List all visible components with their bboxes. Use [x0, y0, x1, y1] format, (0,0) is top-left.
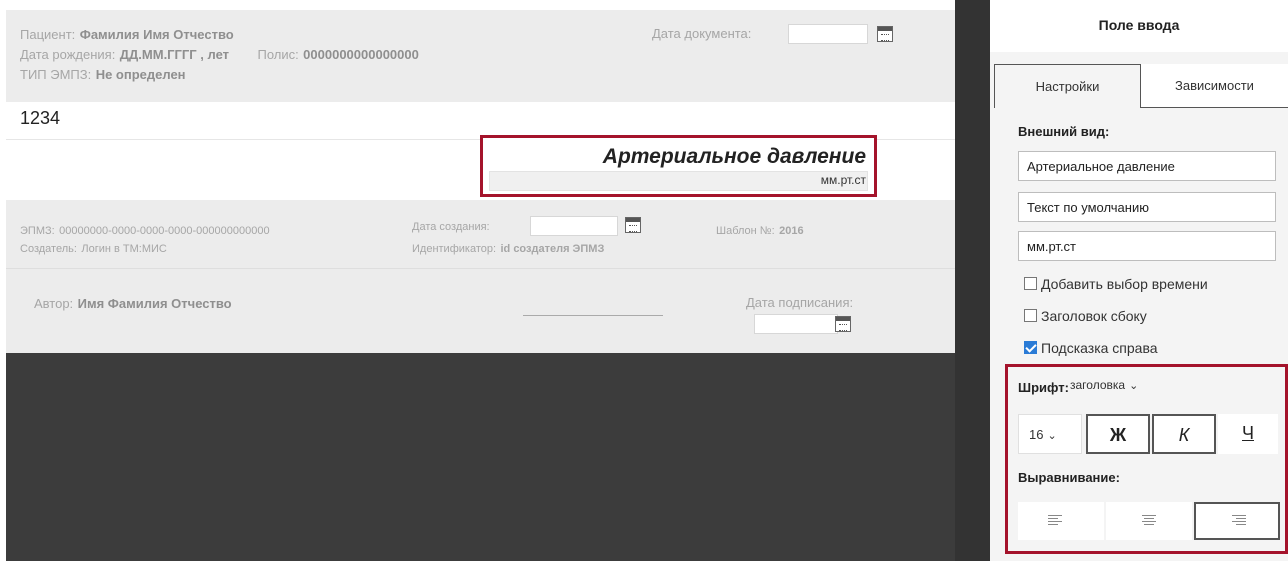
tab-settings[interactable]: Настройки [994, 64, 1141, 108]
font-label: Шрифт: [1018, 380, 1069, 395]
author-label: Автор: [34, 296, 74, 311]
alignment-label: Выравнивание: [1018, 470, 1120, 485]
birth-row: Дата рождения: ДД.ММ.ГГГГ , лет Полис: 0… [20, 46, 419, 64]
creator-label: Создатель: [20, 243, 77, 255]
author-value: Имя Фамилия Отчество [77, 296, 232, 311]
policy-label: Полис: [257, 47, 299, 62]
checkbox[interactable] [1024, 309, 1037, 322]
divider [6, 268, 955, 269]
template-label: Шаблон №: [716, 225, 775, 237]
identifier-label: Идентификатор: [412, 243, 497, 255]
created-date-input[interactable] [530, 216, 618, 236]
birth-label: Дата рождения: [20, 47, 116, 62]
template-value: 2016 [779, 225, 804, 237]
identifier-value: id создателя ЭПМЗ [500, 243, 605, 255]
field-unit: мм.рт.ст [820, 173, 866, 187]
identifier-row: Идентификатор: id создателя ЭПМЗ [412, 239, 604, 257]
patient-value: Фамилия Имя Отчество [79, 27, 234, 42]
emz-value: 00000000-0000-0000-0000-000000000000 [59, 225, 270, 237]
signature-line [523, 315, 663, 316]
patient-row: Пациент: Фамилия Имя Отчество [20, 26, 234, 44]
checkbox[interactable] [1024, 277, 1037, 290]
bold-button[interactable]: Ж [1086, 414, 1150, 454]
creator-value: Логин в ТМ:МИС [81, 243, 167, 255]
italic-button[interactable]: К [1152, 414, 1216, 454]
calendar-icon[interactable] [877, 26, 893, 42]
font-size-select[interactable]: 16 ⌄ [1018, 414, 1082, 454]
author-row: Автор: Имя Фамилия Отчество [34, 295, 232, 313]
template-row: Шаблон №: 2016 [716, 221, 804, 239]
emz-type-label: ТИП ЭМПЗ: [20, 67, 92, 82]
calendar-icon[interactable] [835, 316, 851, 332]
chevron-down-icon: ⌄ [1047, 430, 1057, 442]
appearance-label: Внешний вид: [1018, 124, 1110, 139]
calendar-icon[interactable] [625, 217, 641, 233]
tab-dependencies[interactable]: Зависимости [1141, 64, 1288, 108]
panel-header: Поле ввода [990, 0, 1288, 52]
birth-value: ДД.ММ.ГГГГ , лет [119, 47, 230, 62]
unit-input[interactable]: мм.рт.ст [1018, 231, 1276, 261]
doc-date-label: Дата документа: [652, 26, 752, 41]
panel-divider [955, 0, 990, 561]
underline-button[interactable]: Ч [1218, 414, 1278, 454]
chevron-down-icon: ⌄ [1129, 380, 1139, 392]
policy-value: 0000000000000000 [303, 47, 419, 62]
font-select[interactable]: заголовка ⌄ [1068, 375, 1140, 397]
checkbox-label: Подсказка справа [1041, 340, 1158, 356]
empty-canvas [6, 353, 960, 561]
field-value[interactable]: 1234 [20, 108, 60, 129]
emz-type-row: ТИП ЭМПЗ: Не определен [20, 66, 186, 84]
doc-date-input[interactable] [788, 24, 868, 44]
align-center-button[interactable] [1106, 502, 1192, 540]
patient-label: Пациент: [20, 27, 76, 42]
align-left-button[interactable] [1018, 502, 1104, 540]
sign-date-label: Дата подписания: [746, 295, 854, 310]
checkbox-label: Заголовок сбоку [1041, 308, 1147, 324]
emz-type-value: Не определен [95, 67, 186, 82]
emz-row: ЭПМЗ: 00000000-0000-0000-0000-0000000000… [20, 221, 270, 239]
font-size-value: 16 [1029, 427, 1044, 442]
checkbox-label: Добавить выбор времени [1041, 276, 1208, 292]
field-title: Артериальное давление [602, 145, 866, 168]
created-date-label: Дата создания: [412, 221, 490, 233]
default-text-input[interactable]: Текст по умолчанию [1018, 192, 1276, 222]
selected-input-field[interactable]: Артериальное давление мм.рт.ст [480, 135, 877, 197]
checkbox-hint-right[interactable]: Подсказка справа [1024, 340, 1158, 356]
title-input[interactable]: Артериальное давление [1018, 151, 1276, 181]
panel-title: Поле ввода [1098, 17, 1180, 33]
checkbox-add-time[interactable]: Добавить выбор времени [1024, 276, 1208, 292]
emz-label: ЭПМЗ: [20, 225, 55, 237]
field-unit-box[interactable] [489, 171, 868, 191]
checkbox-checked[interactable] [1024, 341, 1037, 354]
sign-date-input[interactable] [754, 314, 838, 334]
creator-row: Создатель: Логин в ТМ:МИС [20, 239, 167, 257]
font-select-value: заголовка [1070, 378, 1126, 392]
document-area: Пациент: Фамилия Имя Отчество Дата рожде… [0, 0, 990, 561]
checkbox-side-title[interactable]: Заголовок сбоку [1024, 308, 1147, 324]
align-right-button[interactable] [1194, 502, 1280, 540]
